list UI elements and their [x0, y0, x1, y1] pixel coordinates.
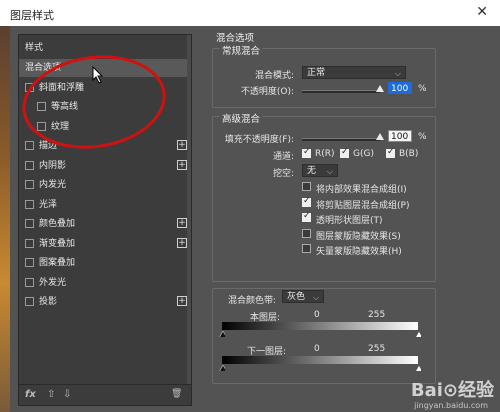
blend-if-label: 混合颜色带: [227, 296, 276, 306]
add-effect-plus-icon[interactable]: + [177, 296, 187, 306]
fill-opacity-slider-knob[interactable] [376, 133, 384, 140]
style-item-inner-glow[interactable]: 内发光 [19, 176, 191, 194]
style-item-checkbox[interactable] [25, 238, 34, 248]
style-item-checkbox[interactable] [25, 219, 34, 228]
channels-label: 通道: [272, 152, 294, 162]
style-item-label: 光泽 [39, 199, 58, 210]
style-item-label: 投影 [39, 297, 58, 307]
fx-icon[interactable]: fx [25, 389, 36, 400]
style-item-checkbox[interactable] [25, 258, 34, 267]
style-item-pattern-overlay[interactable]: 图案叠加 [19, 254, 191, 272]
blend-interior-effects-label: 将内部效果混合成组(I) [316, 185, 407, 195]
style-item-color-overlay[interactable]: 颜色叠加 + [19, 215, 191, 233]
style-item-drop-shadow[interactable]: 投影 + [19, 293, 191, 311]
style-item-checkbox[interactable] [25, 141, 34, 150]
opacity-slider-track[interactable] [302, 90, 380, 93]
baidu-watermark-logo: Bai⊙经验 [410, 380, 494, 401]
opacity-slider-knob[interactable] [376, 85, 384, 92]
style-item-satin[interactable]: 光泽 [19, 196, 191, 214]
transparency-shapes-layer-label: 透明形状图层(T) [316, 216, 383, 226]
style-item-checkbox[interactable] [25, 199, 34, 209]
add-effect-plus-icon[interactable]: + [177, 159, 187, 170]
channel-g-label: G(G) [353, 149, 374, 159]
style-item-label: 颜色叠加 [39, 219, 76, 229]
fill-opacity-unit: % [418, 132, 427, 142]
underlying-white-slider[interactable] [415, 365, 421, 371]
baidu-watermark-url: jingyan.baidu.com [414, 401, 488, 410]
style-item-label: 内发光 [39, 180, 67, 190]
opacity-unit: % [418, 84, 427, 94]
this-layer-high-value: 255 [368, 310, 386, 320]
underlying-gradient [222, 356, 418, 364]
style-item-inner-shadow[interactable]: 内阴影 + [19, 157, 191, 175]
channel-b-checkbox[interactable] [386, 147, 395, 158]
add-effect-plus-icon[interactable]: + [177, 140, 187, 150]
styles-header-label: 样式 [25, 43, 44, 53]
channel-b-label: B(B) [399, 149, 419, 159]
fill-opacity-label: 填充不透明度(F): [224, 135, 294, 145]
underlying-high-value: 255 [368, 344, 386, 354]
channel-r-label: R(R) [315, 149, 335, 159]
this-layer-gradient [222, 322, 418, 330]
style-item-checkbox[interactable] [25, 277, 34, 287]
general-blending-title: 常规混合 [220, 43, 263, 57]
blend-if-dropdown[interactable]: 灰色 ⌵ [282, 290, 324, 303]
window-title: 图层样式 [10, 9, 54, 22]
transparency-shapes-layer-checkbox[interactable] [302, 211, 311, 222]
blend-options-title: 混合选项 [216, 33, 255, 44]
this-layer-low-value: 0 [314, 310, 320, 320]
vector-mask-hides-effects-label: 矢量蒙版隐藏效果(H) [316, 247, 402, 257]
title-bar: 图层样式 ✕ [0, 0, 500, 26]
style-item-label: 渐变叠加 [39, 238, 76, 249]
chevron-down-icon: ⌵ [394, 69, 401, 78]
opacity-label: 不透明度(O): [240, 87, 294, 97]
chevron-down-icon: ⌵ [312, 293, 319, 302]
knockout-label: 挖空: [272, 169, 294, 179]
move-up-icon[interactable]: ⇧ [47, 389, 55, 400]
chevron-down-icon: ⌵ [326, 167, 333, 176]
underlying-black-slider[interactable] [219, 365, 225, 371]
style-item-checkbox[interactable] [25, 160, 34, 170]
style-item-gradient-overlay[interactable]: 渐变叠加 + [19, 235, 191, 253]
blend-mode-dropdown[interactable]: 正常 ⌵ [302, 66, 406, 79]
desktop-background [0, 26, 10, 412]
add-effect-plus-icon[interactable]: + [177, 237, 187, 248]
this-layer-black-slider[interactable] [219, 331, 225, 337]
mouse-cursor-icon [92, 66, 104, 84]
move-down-icon[interactable]: ⇩ [63, 389, 71, 400]
layer-mask-hides-effects-checkbox[interactable] [302, 228, 311, 238]
vector-mask-hides-effects-checkbox[interactable] [302, 244, 311, 253]
channel-g-checkbox[interactable] [340, 147, 349, 158]
styles-footer: fx ⇧ ⇩ 🗑 [19, 384, 191, 405]
fill-opacity-input[interactable]: 100 [388, 130, 412, 142]
style-item-checkbox[interactable] [25, 297, 34, 306]
channel-r-checkbox[interactable] [302, 147, 311, 158]
style-item-outer-glow[interactable]: 外发光 [19, 274, 191, 292]
blend-clipped-layers-checkbox[interactable] [302, 196, 311, 207]
layer-mask-hides-effects-label: 图层蒙版隐藏效果(S) [316, 231, 401, 242]
add-effect-plus-icon[interactable]: + [177, 218, 187, 228]
this-layer-white-slider[interactable] [415, 331, 421, 337]
opacity-input[interactable]: 100 [388, 82, 412, 94]
layer-style-dialog: 样式 混合选项 斜面和浮雕 等高线 纹理 描边 + 内阴影 + 内发光 光泽 颜色叠加 + 渐变叠加 + 图… [10, 26, 500, 412]
knockout-value: 无 [307, 166, 317, 176]
blend-interior-effects-checkbox[interactable] [302, 182, 311, 191]
style-item-label: 图案叠加 [39, 258, 76, 268]
blend-mode-value: 正常 [307, 68, 326, 78]
blend-mode-label: 混合模式: [254, 71, 294, 81]
style-item-label: 外发光 [39, 277, 67, 288]
knockout-dropdown[interactable]: 无 ⌵ [302, 164, 338, 177]
blend-clipped-layers-label: 将剪贴图层混合成组(P) [316, 200, 410, 211]
advanced-blending-title: 高级混合 [220, 111, 263, 125]
styles-scrollbar[interactable] [187, 35, 191, 385]
blend-if-value: 灰色 [287, 292, 306, 302]
underlying-low-value: 0 [314, 344, 320, 354]
style-item-label: 内阴影 [39, 160, 67, 171]
close-icon[interactable]: ✕ [476, 4, 488, 20]
trash-icon[interactable]: 🗑 [171, 389, 182, 399]
style-item-checkbox[interactable] [25, 180, 34, 189]
fill-opacity-slider-track[interactable] [302, 138, 380, 141]
